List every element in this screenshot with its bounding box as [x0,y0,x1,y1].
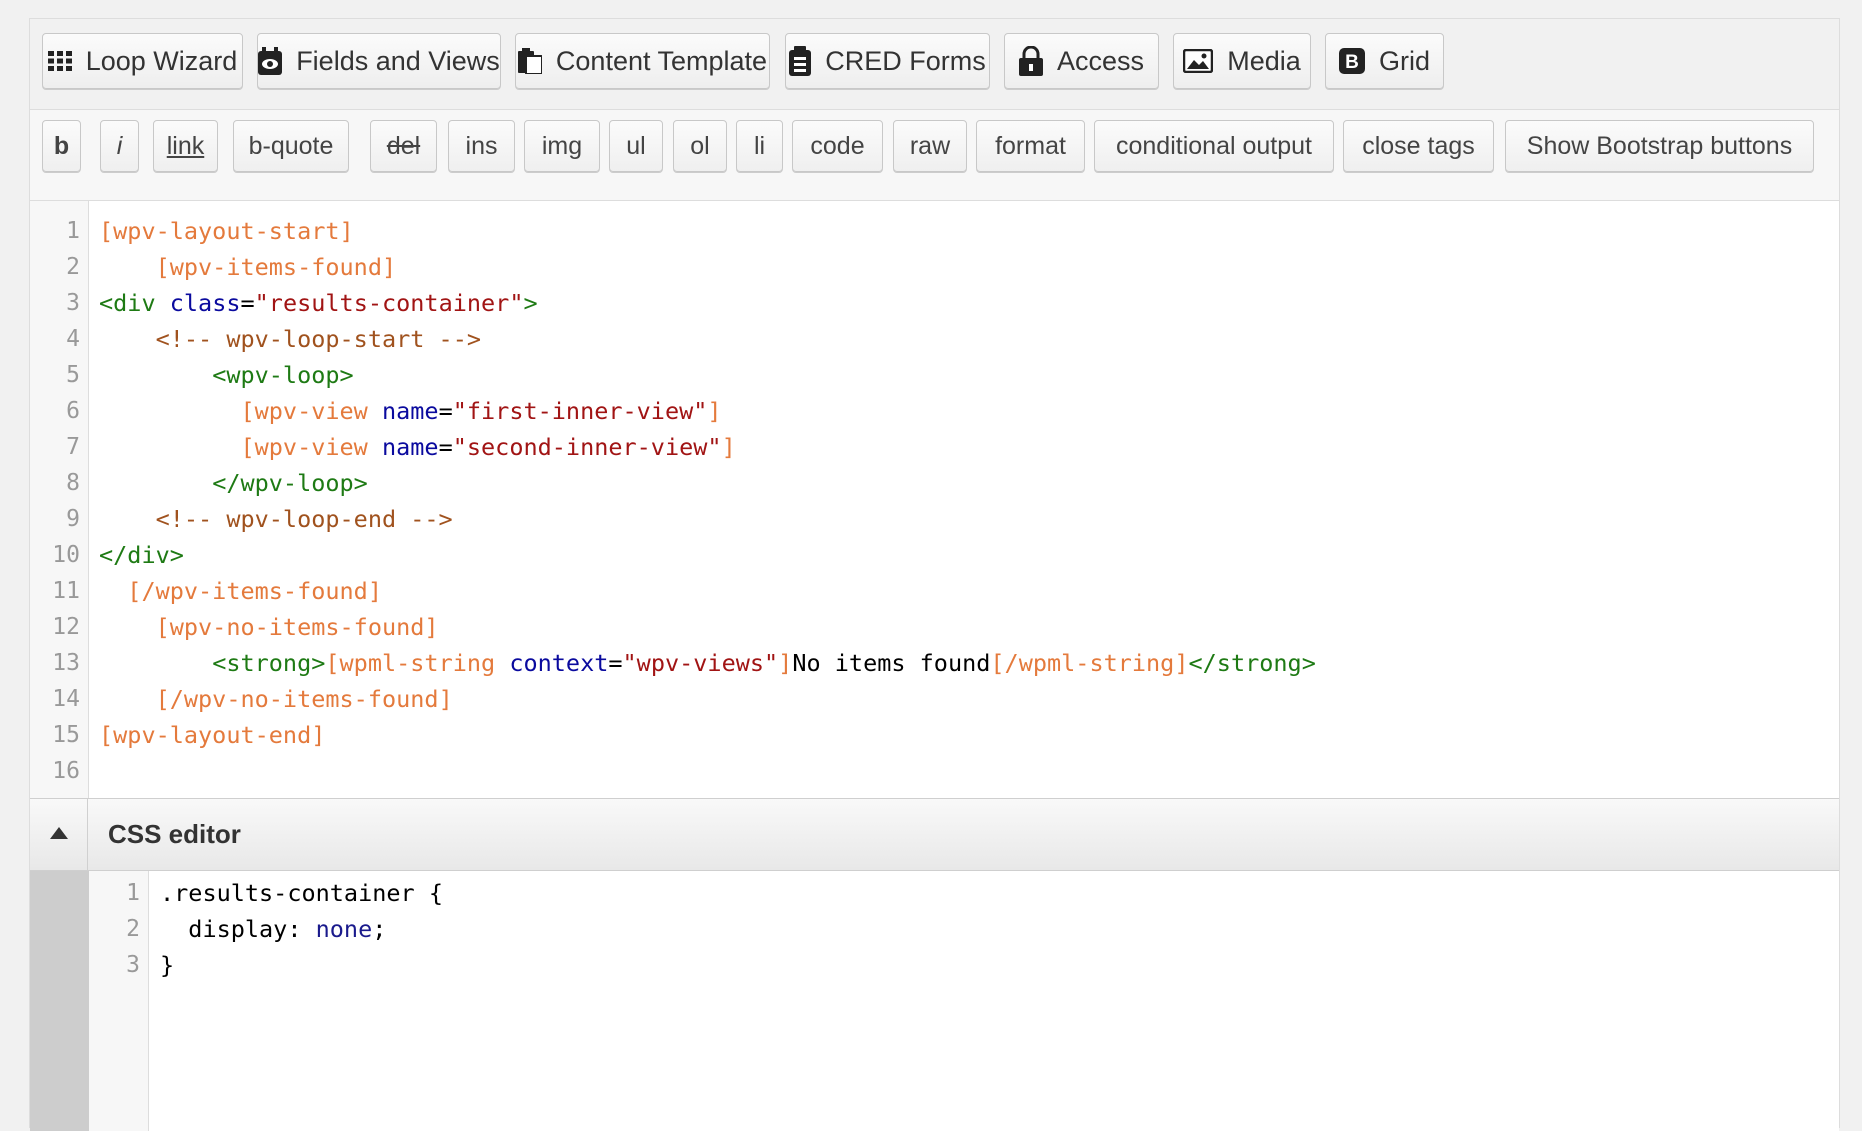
media-button[interactable]: Media [1173,33,1311,89]
loop-wizard-label: Loop Wizard [85,45,238,76]
svg-text:B: B [1345,52,1359,73]
del-quicktag-button[interactable]: del [370,120,437,172]
code-line: <!-- wpv-loop-end --> [155,505,453,533]
fields-and-views-button[interactable]: Fields and Views [257,33,501,89]
css-line-number-gutter: 1 2 3 [89,871,149,1131]
close-tags-button[interactable]: close tags [1343,120,1494,172]
show-bootstrap-buttons-button[interactable]: Show Bootstrap buttons [1505,120,1814,172]
line-number: 5 [66,362,80,388]
content-template-label: Content Template [555,45,768,76]
css-code-editor[interactable]: 1 2 3 .results-container { display: none… [30,871,1839,1131]
css-code-line: } [160,951,175,979]
line-number: 10 [52,542,80,568]
raw-quicktag-button[interactable]: raw [893,120,967,172]
conditional-output-button[interactable]: conditional output [1094,120,1334,172]
img-quicktag-button[interactable]: img [524,120,600,172]
eye-badge-icon [258,47,283,75]
line-number: 7 [66,434,80,460]
bootstrap-b-icon: B [1338,48,1365,74]
loop-code-editor[interactable]: 1 2 3 4 5 6 7 8 9 10 11 12 13 14 15 16 [… [30,201,1839,799]
css-editor-title: CSS editor [108,819,241,849]
format-quicktag-button[interactable]: format [976,120,1085,172]
code-line: [/wpv-items-found] [127,577,382,605]
ul-quicktag-button[interactable]: ul [609,120,663,172]
css-line-number: 1 [126,880,140,906]
code-line: [wpv-view name="first-inner-view"] [240,397,722,425]
code-line: <wpv-loop> [212,361,354,389]
line-number: 13 [52,650,80,676]
line-number: 14 [52,686,80,712]
line-number: 1 [66,218,80,244]
css-line-number: 3 [126,952,140,978]
line-number: 6 [66,398,80,424]
code-line: [wpv-view name="second-inner-view"] [240,433,736,461]
css-editor-header: CSS editor [30,799,1839,871]
ol-quicktag-button[interactable]: ol [673,120,727,172]
grid-label: Grid [1378,45,1430,76]
line-number: 4 [66,326,80,352]
line-number-gutter: 1 2 3 4 5 6 7 8 9 10 11 12 13 14 15 16 [30,201,89,798]
css-editor-sidebar [30,871,89,1131]
italic-quicktag-button[interactable]: i [100,120,139,172]
code-line: [wpv-layout-end] [99,721,326,749]
grid-dots-icon [47,51,72,71]
media-label: Media [1227,45,1301,76]
css-code-line: .results-container { [160,879,443,907]
code-line: </div> [99,541,184,569]
triangle-up-icon [49,826,68,844]
code-quicktag-button[interactable]: code [792,120,883,172]
clipboard-icon [517,48,542,74]
code-line: [/wpv-no-items-found] [155,685,453,713]
css-line-number: 2 [126,916,140,942]
fields-and-views-label: Fields and Views [296,45,500,76]
line-number: 11 [52,578,80,604]
code-line: <div class="results-container"> [99,289,538,317]
code-line: <!-- wpv-loop-start --> [155,325,482,353]
link-quicktag-button[interactable]: link [153,120,218,172]
line-number: 3 [66,290,80,316]
code-line: [wpv-items-found] [155,253,397,281]
cred-forms-button[interactable]: CRED Forms [785,33,990,89]
line-number: 12 [52,614,80,640]
grid-button[interactable]: B Grid [1325,33,1444,89]
code-line: [wpv-no-items-found] [155,613,439,641]
line-number: 2 [66,254,80,280]
access-label: Access [1056,45,1145,76]
css-editor-toggle-button[interactable] [30,799,88,870]
blockquote-quicktag-button[interactable]: b-quote [233,120,349,172]
padlock-icon [1018,46,1043,76]
code-line: [wpv-layout-start] [99,217,354,245]
views-editor-panel: Loop Wizard Fields and Views Content Tem… [29,18,1840,1131]
content-template-button[interactable]: Content Template [515,33,770,89]
bold-quicktag-button[interactable]: b [42,120,81,172]
ins-quicktag-button[interactable]: ins [448,120,515,172]
image-icon [1183,49,1214,73]
css-code-line: display: none; [160,915,387,943]
line-number: 8 [66,470,80,496]
access-button[interactable]: Access [1004,33,1159,89]
code-line: </wpv-loop> [212,469,368,497]
line-number: 9 [66,506,80,532]
code-line: <strong>[wpml-string context="wpv-views"… [212,649,1316,677]
li-quicktag-button[interactable]: li [736,120,783,172]
loop-wizard-button[interactable]: Loop Wizard [42,33,243,89]
form-stack-icon [789,46,812,76]
line-number: 15 [52,722,80,748]
cred-forms-label: CRED Forms [825,45,986,76]
line-number: 16 [52,758,80,784]
